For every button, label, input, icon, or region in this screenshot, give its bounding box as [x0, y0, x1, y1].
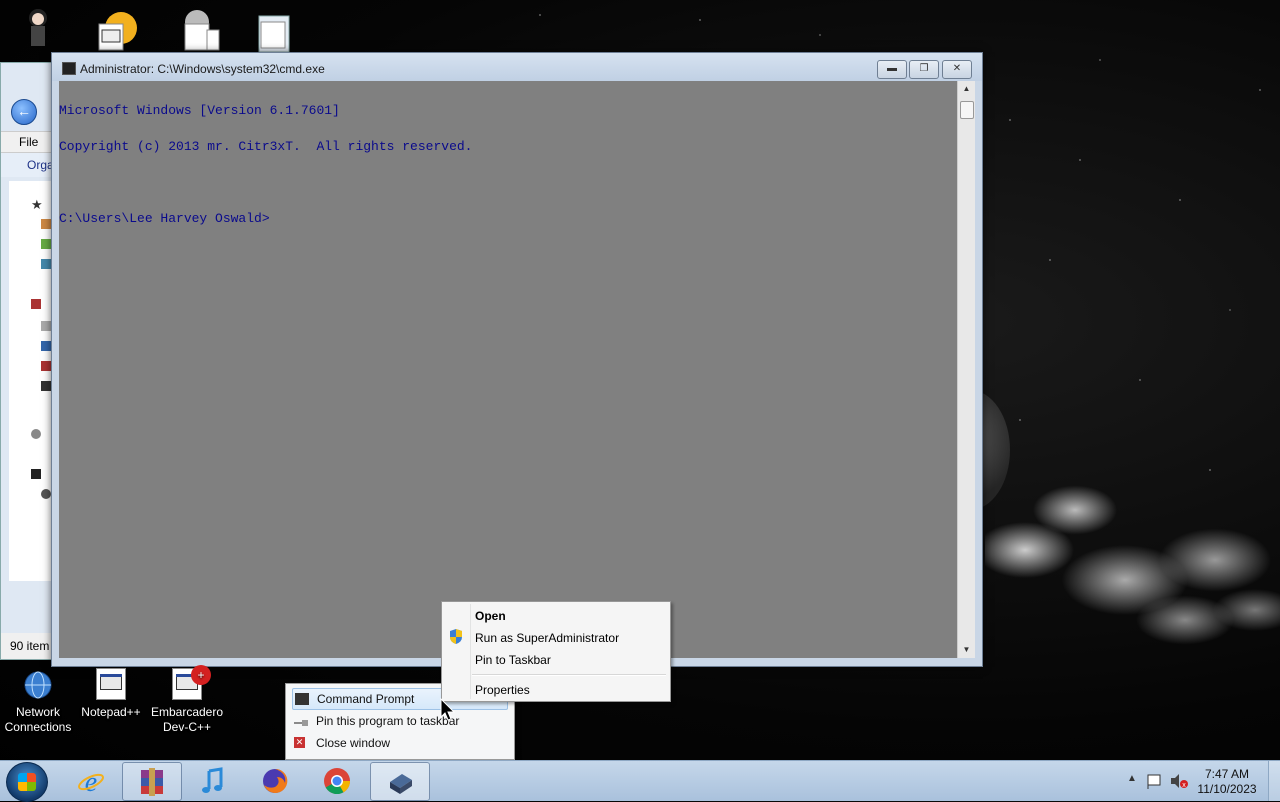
jumplist-label: Close window [316, 736, 391, 750]
menu-item-run-as[interactable]: Run as SuperAdministrator [444, 626, 668, 648]
desktop-icon-app-1[interactable] [72, 10, 148, 51]
desktop-icon-network-connections[interactable]: Network Connections [0, 668, 76, 735]
menu-item-label: Run as SuperAdministrator [475, 631, 620, 645]
menu-item-label: Properties [475, 683, 530, 697]
desktop-icon-label: Notepad++ [81, 705, 141, 719]
back-arrow-icon[interactable]: ← [11, 99, 37, 125]
firefox-icon [263, 768, 288, 793]
mouse-cursor-icon [440, 698, 456, 721]
desktop-icon-label: Network Connections [4, 705, 72, 734]
svg-text:x: x [1182, 782, 1186, 789]
console-output[interactable]: Microsoft Windows [Version 6.1.7601] Cop… [59, 81, 957, 658]
menu-item-pin-taskbar[interactable]: Pin to Taskbar [444, 648, 668, 670]
desktop-icon-embarcadero-dev-cpp[interactable]: + Embarcadero Dev-C++ [149, 665, 225, 735]
libraries-icon[interactable] [31, 299, 41, 309]
uac-shield-icon [449, 629, 463, 647]
taskbar-chrome[interactable] [308, 762, 366, 799]
desktop-icon-label: Embarcadero Dev-C++ [150, 705, 224, 734]
cmd-icon [295, 693, 309, 705]
window-title: Administrator: C:\Windows\system32\cmd.e… [80, 62, 325, 76]
console-prompt: C:\Users\Lee Harvey Oswald> [59, 211, 270, 226]
dev-cpp-icon: + [170, 665, 211, 702]
notepad-plus-plus-icon [94, 668, 128, 702]
windows-logo-icon [18, 773, 36, 791]
favorites-star-icon[interactable]: ★ [31, 197, 43, 212]
menu-item-open[interactable]: Open [444, 604, 668, 626]
tree-item-icon[interactable] [41, 239, 51, 249]
cmd-titlebar[interactable]: Administrator: C:\Windows\system32\cmd.e… [52, 53, 982, 81]
menu-file[interactable]: File [19, 135, 38, 149]
network-icon[interactable] [41, 489, 51, 499]
restore-button[interactable]: ❐ [909, 60, 939, 79]
music-note-icon [202, 767, 223, 793]
menu-item-properties[interactable]: Properties [444, 678, 668, 700]
minimize-button[interactable]: ▬ [877, 60, 907, 79]
tree-item-icon[interactable] [41, 321, 51, 331]
close-button[interactable]: ✕ [942, 60, 972, 79]
taskbar-firefox[interactable] [246, 762, 304, 799]
app-window-icon [93, 10, 137, 51]
chrome-icon [324, 768, 351, 795]
context-menu: Open Run as SuperAdministrator Pin to Ta… [441, 601, 671, 702]
homegroup-icon[interactable] [31, 429, 41, 439]
taskbar-command-prompt[interactable] [370, 762, 430, 801]
tree-item-icon[interactable] [41, 259, 51, 269]
show-desktop-button[interactable] [1268, 761, 1280, 801]
winrar-icon [141, 768, 163, 796]
jumplist-close-window[interactable]: ✕ Close window [292, 733, 506, 753]
console-line: Copyright (c) 2013 mr. Citr3xT. All righ… [59, 139, 473, 154]
cmd-icon [62, 62, 76, 75]
desktop-icon-app-3[interactable] [222, 10, 298, 53]
volume-muted-icon[interactable]: x [1170, 773, 1188, 789]
tree-item-icon[interactable] [41, 219, 51, 229]
tree-item-icon[interactable] [41, 341, 51, 351]
svg-text:e: e [85, 767, 97, 795]
vertical-scrollbar[interactable]: ▲ ▼ [957, 81, 975, 658]
taskbar-internet-explorer[interactable]: e [62, 762, 120, 799]
jumplist-pin-program[interactable]: Pin this program to taskbar [292, 711, 506, 731]
pin-icon [294, 715, 308, 727]
jumplist-label: Command Prompt [317, 692, 415, 706]
scroll-up-arrow-icon[interactable]: ▲ [958, 81, 975, 97]
taskbar-winrar[interactable] [122, 762, 182, 801]
menu-separator [472, 674, 666, 676]
menu-item-label: Open [475, 609, 506, 623]
desktop-icon-notepad-plus-plus[interactable]: Notepad++ [73, 668, 149, 720]
desktop-icon-app-2[interactable] [150, 8, 226, 51]
taskbar-itunes[interactable] [184, 762, 242, 799]
start-button[interactable] [6, 762, 48, 802]
app-window-icon [243, 10, 290, 53]
internet-explorer-icon: e [78, 767, 104, 795]
menu-item-label: Pin to Taskbar [475, 653, 551, 667]
action-center-flag-icon[interactable] [1146, 773, 1164, 789]
show-hidden-icons-icon[interactable]: ▲ [1127, 773, 1137, 784]
cmd-icon [390, 774, 412, 794]
user-avatar-icon [21, 6, 55, 46]
organize-button[interactable]: Orga [27, 158, 54, 172]
network-globe-icon [21, 668, 55, 702]
computer-icon[interactable] [31, 469, 41, 479]
app-settings-icon [171, 8, 220, 51]
clock-date: 11/10/2023 [1197, 782, 1257, 796]
taskbar: e ▲ x 7:47 AM 11/10/2023 [0, 760, 1280, 802]
tree-item-icon[interactable] [41, 381, 51, 391]
jumplist-label: Pin this program to taskbar [316, 714, 460, 728]
tree-item-icon[interactable] [41, 361, 51, 371]
scroll-thumb[interactable] [960, 101, 974, 119]
taskbar-clock[interactable]: 7:47 AM 11/10/2023 [1192, 767, 1262, 797]
console-line: Microsoft Windows [Version 6.1.7601] [59, 103, 340, 118]
svg-text:+: + [197, 668, 204, 682]
wallpaper-clouds [985, 470, 1280, 660]
scroll-down-arrow-icon[interactable]: ▼ [958, 642, 975, 658]
cmd-window[interactable]: Administrator: C:\Windows\system32\cmd.e… [51, 52, 983, 667]
clock-time: 7:47 AM [1204, 767, 1250, 781]
close-icon: ✕ [294, 737, 305, 748]
desktop-icon-user[interactable] [0, 6, 76, 46]
item-count: 90 item [10, 639, 50, 653]
